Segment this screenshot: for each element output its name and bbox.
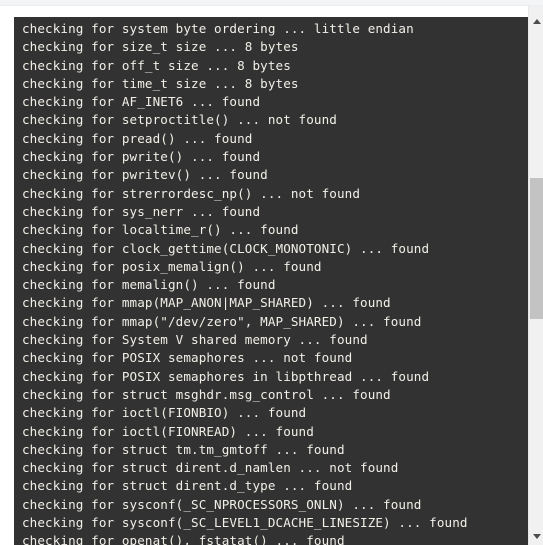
terminal-log-line: checking for sysconf(_SC_NPROCESSORS_ONL…: [22, 496, 422, 512]
terminal-log-line: checking for POSIX semaphores in libpthr…: [22, 368, 430, 384]
terminal-log-line: checking for setproctitle() ... not foun…: [22, 112, 337, 128]
terminal-log-line: checking for AF_INET6 ... found: [22, 94, 261, 110]
vertical-scrollbar[interactable]: [528, 6, 543, 545]
terminal-log-line: checking for POSIX semaphores ... not fo…: [22, 350, 353, 366]
terminal-log-line: checking for ioctl(FIONREAD) ... found: [22, 423, 314, 439]
chevron-down-icon: [532, 533, 541, 539]
page-left-gutter: [0, 17, 14, 545]
chevron-up-icon: [532, 18, 541, 24]
terminal-log-line: checking for pwrite() ... found: [22, 149, 261, 165]
terminal-log-line: checking for struct dirent.d_type ... fo…: [22, 478, 353, 494]
terminal-log-line: checking for sys_nerr ... found: [22, 203, 261, 219]
terminal-log-line: checking for System V shared memory ... …: [22, 332, 368, 348]
terminal-log-line: checking for size_t size ... 8 bytes: [22, 39, 299, 55]
terminal-log-line: checking for mmap(MAP_ANON|MAP_SHARED) .…: [22, 295, 391, 311]
terminal-log-line: checking for strerrordesc_np() ... not f…: [22, 185, 361, 201]
terminal-log-line: checking for pwritev() ... found: [22, 167, 268, 183]
terminal-log-line: checking for posix_memalign() ... found: [22, 258, 322, 274]
terminal-log-line: checking for pread() ... found: [22, 130, 253, 146]
scrollbar-thumb[interactable]: [530, 178, 543, 319]
terminal-log-line: checking for struct tm.tm_gmtoff ... fou…: [22, 441, 345, 457]
terminal-log-line: checking for memalign() ... found: [22, 277, 276, 293]
terminal-log-line: checking for clock_gettime(CLOCK_MONOTON…: [22, 240, 430, 256]
terminal-log-line: checking for sysconf(_SC_LEVEL1_DCACHE_L…: [22, 515, 468, 531]
terminal-log-line: checking for struct dirent.d_namlen ... …: [22, 460, 399, 476]
terminal-log-line: checking for mmap("/dev/zero", MAP_SHARE…: [22, 313, 422, 329]
scroll-down-arrow-icon[interactable]: [529, 529, 543, 543]
terminal-log-line: checking for system byte ordering ... li…: [22, 21, 414, 36]
terminal-log-line: checking for struct msghdr.msg_control .…: [22, 386, 391, 402]
terminal-log-line: checking for time_t size ... 8 bytes: [22, 75, 299, 91]
scroll-up-arrow-icon[interactable]: [529, 14, 543, 28]
terminal-output-panel[interactable]: checking for system byte ordering ... li…: [14, 17, 528, 545]
terminal-log-line: checking for off_t size ... 8 bytes: [22, 57, 291, 73]
terminal-log-line: checking for openat(), fstatat() ... fou…: [22, 533, 345, 545]
terminal-log-line: checking for ioctl(FIONBIO) ... found: [22, 405, 307, 421]
page-top-gap: [0, 6, 543, 17]
terminal-log-lines: checking for system byte ordering ... li…: [14, 17, 468, 545]
terminal-log-line: checking for localtime_r() ... found: [22, 222, 299, 238]
